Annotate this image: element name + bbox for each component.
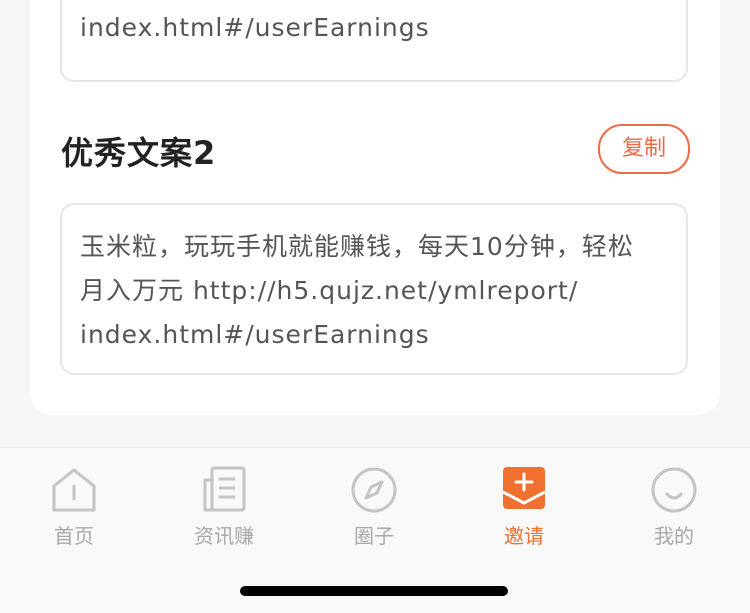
tab-news[interactable]: 资讯赚 <box>159 466 289 549</box>
copy-text-box-2: 玉米粒，玩玩手机就能赚钱，每天10分钟，轻松 月入万元 http://h5.qu… <box>60 203 688 375</box>
compass-icon <box>351 467 397 513</box>
tab-circle-label: 圈子 <box>354 524 394 548</box>
copy-text-1: 月入万元 http://h5.qujz.net/ymlreport/ index… <box>80 13 430 42</box>
copy-button[interactable]: 复制 <box>598 124 690 174</box>
tab-invite[interactable]: 邀请 <box>459 466 589 549</box>
document-icon <box>203 466 246 512</box>
gift-box-icon <box>502 467 546 509</box>
tab-mine[interactable]: 我的 <box>609 466 739 549</box>
copy-text-box-1: 月入万元 http://h5.qujz.net/ymlreport/ index… <box>60 0 688 82</box>
tab-circle[interactable]: 圈子 <box>309 466 439 549</box>
section-title: 优秀文案2 <box>61 134 217 172</box>
smile-icon <box>651 467 697 513</box>
home-icon <box>52 468 96 512</box>
tab-invite-label: 邀请 <box>504 524 544 548</box>
tab-home[interactable]: 首页 <box>9 466 139 549</box>
tab-news-label: 资讯赚 <box>194 524 254 548</box>
home-indicator[interactable] <box>240 586 508 596</box>
tab-mine-label: 我的 <box>654 524 694 548</box>
copy-text-2: 玉米粒，玩玩手机就能赚钱，每天10分钟，轻松 月入万元 http://h5.qu… <box>80 232 634 349</box>
tab-home-label: 首页 <box>54 524 94 548</box>
